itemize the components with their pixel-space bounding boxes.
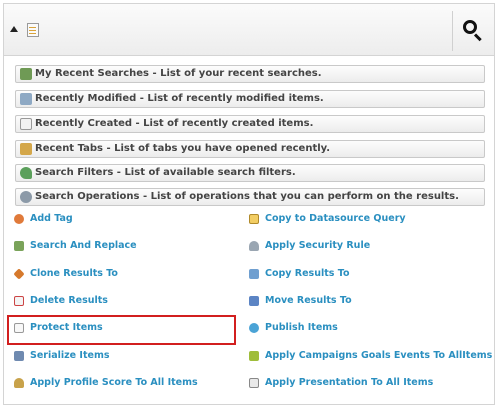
recently-created-icon xyxy=(20,118,32,130)
section-label: Search Filters - List of available searc… xyxy=(35,167,296,178)
search-and-replace-link[interactable]: Search And Replace xyxy=(14,238,137,254)
magnifier-icon xyxy=(463,20,477,34)
recently-modified-icon xyxy=(20,93,32,105)
search-filters-icon xyxy=(20,167,32,179)
section-label: Recently Created - List of recently crea… xyxy=(35,118,314,129)
copy-to-datasource-link[interactable]: Copy to Datasource Query xyxy=(249,211,406,227)
section-search-operations[interactable]: Search Operations - List of operations t… xyxy=(15,188,485,206)
section-recently-modified[interactable]: Recently Modified - List of recently mod… xyxy=(15,90,485,108)
publish-icon xyxy=(249,323,259,333)
triangle-up-icon[interactable] xyxy=(10,26,18,32)
apply-security-rule-link[interactable]: Apply Security Rule xyxy=(249,238,370,254)
apply-profile-score-link[interactable]: Apply Profile Score To All Items xyxy=(14,375,198,391)
profile-score-icon xyxy=(14,378,24,388)
clone-icon xyxy=(13,268,25,280)
serialize-icon xyxy=(14,351,24,361)
recent-searches-icon xyxy=(20,68,32,80)
search-replace-icon xyxy=(14,241,24,251)
section-recently-created[interactable]: Recently Created - List of recently crea… xyxy=(15,115,485,133)
apply-presentation-link[interactable]: Apply Presentation To All Items xyxy=(249,375,433,391)
section-recent-searches[interactable]: My Recent Searches - List of your recent… xyxy=(15,65,485,83)
campaigns-icon xyxy=(249,351,259,361)
tag-icon xyxy=(14,214,24,224)
apply-campaigns-link[interactable]: Apply Campaigns Goals Events To AllItems xyxy=(249,348,492,364)
document-icon xyxy=(27,23,39,37)
section-search-filters[interactable]: Search Filters - List of available searc… xyxy=(15,164,485,182)
datasource-icon xyxy=(249,214,259,224)
search-bar xyxy=(4,4,494,56)
move-results-link[interactable]: Move Results To xyxy=(249,293,352,309)
presentation-icon xyxy=(249,378,259,388)
copy-results-link[interactable]: Copy Results To xyxy=(249,266,349,282)
search-operations-icon xyxy=(20,191,32,203)
search-button[interactable] xyxy=(452,11,492,51)
delete-icon xyxy=(14,296,24,306)
search-panel: My Recent Searches - List of your recent… xyxy=(3,3,495,405)
section-label: Recent Tabs - List of tabs you have open… xyxy=(35,143,331,154)
section-label: My Recent Searches - List of your recent… xyxy=(35,68,322,79)
publish-items-link[interactable]: Publish Items xyxy=(249,320,338,336)
move-icon xyxy=(249,296,259,306)
section-label: Search Operations - List of operations t… xyxy=(35,191,459,202)
delete-results-link[interactable]: Delete Results xyxy=(14,293,108,309)
clone-results-link[interactable]: Clone Results To xyxy=(13,266,118,282)
security-rule-icon xyxy=(249,241,259,251)
serialize-items-link[interactable]: Serialize Items xyxy=(14,348,110,364)
section-recent-tabs[interactable]: Recent Tabs - List of tabs you have open… xyxy=(15,140,485,158)
section-label: Recently Modified - List of recently mod… xyxy=(35,93,324,104)
recent-tabs-icon xyxy=(20,143,32,155)
copy-icon xyxy=(249,269,259,279)
add-tag-link[interactable]: Add Tag xyxy=(14,211,73,227)
protect-items-highlight xyxy=(7,315,236,345)
